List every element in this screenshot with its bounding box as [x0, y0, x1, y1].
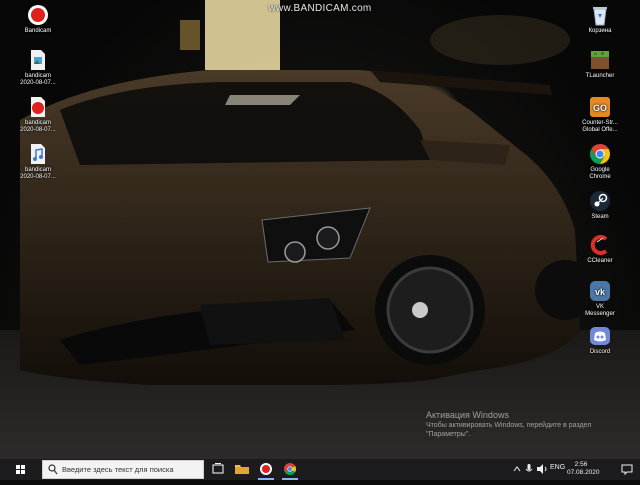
search-placeholder: Введите здесь текст для поиска [62, 465, 174, 474]
steam-icon [589, 190, 611, 212]
google-chrome[interactable]: Google Chrome [577, 143, 623, 181]
bandicam-watermark: www.BANDICAM.com [268, 3, 372, 14]
svg-text:GO: GO [593, 103, 607, 113]
desktop-wallpaper [0, 0, 640, 459]
image-file-icon [27, 49, 49, 71]
desktop-icon-label: TLauncher [585, 73, 615, 79]
clock-time: 2:56 [574, 461, 588, 468]
file-explorer-button[interactable] [230, 459, 254, 480]
bandicam-record-icon [260, 463, 272, 475]
action-center-button[interactable] [614, 459, 640, 480]
chrome-taskbar-button[interactable] [278, 459, 302, 480]
counter-strike[interactable]: GO Counter-Str... Global Offe... [577, 96, 623, 134]
steam[interactable]: Steam [577, 190, 623, 221]
vk-icon: vk [589, 280, 611, 302]
bandicam-app-shortcut[interactable]: Bandicam [15, 4, 61, 35]
activation-title: Активация Windows [426, 410, 509, 420]
task-view-button[interactable] [206, 459, 230, 480]
clock-date: 07.08.2020 [567, 469, 600, 476]
activation-text: Чтобы активировать Windows, перейдите в … [426, 422, 592, 438]
desktop-icon-label: Bandicam [24, 28, 52, 34]
desktop-icon-label: Counter-Str... Global Offe... [582, 120, 618, 133]
show-hidden-icons-chevron-icon[interactable] [512, 464, 522, 474]
clock[interactable]: 2:56 07.08.2020 [567, 461, 600, 477]
volume-icon[interactable] [536, 464, 548, 474]
discord-icon [589, 325, 611, 347]
bandicam-record-icon [27, 4, 49, 26]
task-view-icon [212, 463, 224, 474]
ccleaner-icon [589, 234, 611, 256]
vk-messenger[interactable]: vk VK Messenger [577, 280, 623, 318]
audio-file-icon [27, 143, 49, 165]
windows-activation-notice: Активация Windows Чтобы активировать Win… [426, 410, 616, 439]
desktop-icon-label: bandicam 2020-08-07... [20, 120, 56, 133]
desktop-icon-label: bandicam 2020-08-07... [20, 167, 56, 180]
desktop-icon-label: VK Messenger [585, 304, 615, 317]
ccleaner[interactable]: CCleaner [577, 234, 623, 265]
recycle-bin[interactable]: Корзина [577, 4, 623, 35]
desktop-icon-label: Корзина [588, 28, 612, 34]
windows-logo-icon [16, 465, 25, 474]
svg-text:vk: vk [595, 287, 606, 297]
minecraft-block-icon [589, 49, 611, 71]
microphone-icon[interactable] [525, 463, 533, 475]
bandicam-video-file[interactable]: bandicam 2020-08-07... [15, 96, 61, 134]
chrome-icon [589, 143, 611, 165]
language-indicator[interactable]: ENG [550, 464, 565, 471]
desktop-icon-label: bandicam 2020-08-07... [20, 73, 56, 86]
desktop-icon-label: Google Chrome [589, 167, 611, 180]
discord[interactable]: Discord [577, 325, 623, 356]
notification-icon [621, 464, 633, 476]
bandicam-taskbar-button[interactable] [254, 459, 278, 480]
taskbar: Введите здесь текст для поиска ENG 2:56 … [0, 459, 640, 480]
car-wallpaper-image [0, 0, 640, 459]
search-icon [48, 464, 58, 475]
bandicam-image-file-1[interactable]: bandicam 2020-08-07... [15, 49, 61, 87]
chrome-icon [284, 463, 297, 476]
recycle-bin-icon [589, 4, 611, 26]
bandicam-audio-file[interactable]: bandicam 2020-08-07... [15, 143, 61, 181]
desktop-icon-label: Steam [591, 214, 609, 220]
folder-icon [235, 465, 249, 474]
start-button[interactable] [0, 459, 42, 480]
taskbar-search-box[interactable]: Введите здесь текст для поиска [42, 460, 204, 479]
bandicam-video-icon [27, 96, 49, 118]
tlauncher[interactable]: TLauncher [577, 49, 623, 80]
desktop-icon-label: CCleaner [587, 258, 613, 264]
counter-strike-icon: GO [589, 96, 611, 118]
desktop-icon-label: Discord [589, 349, 611, 355]
